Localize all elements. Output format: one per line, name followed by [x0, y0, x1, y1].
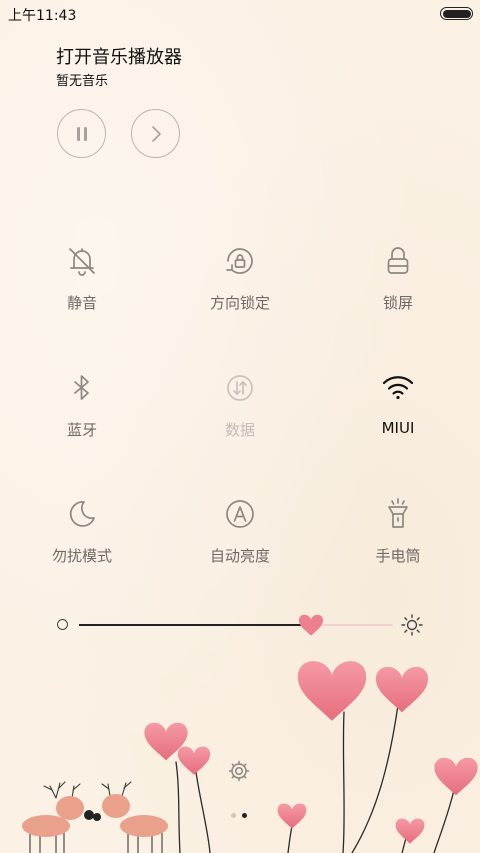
next-button[interactable]: [131, 109, 180, 158]
flashlight-icon: [388, 498, 408, 528]
brightness-low-icon: [57, 619, 68, 630]
toggle-mute[interactable]: 静音: [2, 244, 162, 313]
bluetooth-icon: [74, 375, 89, 400]
page-dot-active: [242, 813, 247, 818]
page-dot: [231, 813, 236, 818]
battery-level: [442, 9, 471, 18]
pause-button[interactable]: [57, 109, 106, 158]
wifi-icon: [382, 376, 414, 400]
brightness-thumb-heart[interactable]: [298, 613, 324, 637]
toggle-flashlight[interactable]: 手电筒: [318, 497, 478, 566]
brightness-slider[interactable]: [55, 612, 427, 638]
toggle-wifi[interactable]: MIUI: [318, 371, 478, 437]
toggle-label: 手电筒: [375, 547, 421, 565]
brightness-track[interactable]: [79, 614, 393, 636]
moon-icon: [69, 501, 95, 527]
status-bar: 上午11:43: [0, 0, 480, 28]
toggle-lock-screen[interactable]: 锁屏: [318, 244, 478, 313]
toggle-label: 蓝牙: [66, 421, 97, 439]
toggle-label: 方向锁定: [209, 294, 270, 312]
wallpaper-illustration: [22, 661, 478, 853]
settings-button[interactable]: [228, 760, 250, 782]
toggle-label: 锁屏: [382, 294, 413, 312]
toggle-auto-brightness[interactable]: 自动亮度: [160, 497, 320, 566]
toggle-label: 静音: [66, 294, 97, 312]
toggle-mobile-data[interactable]: 数据: [160, 371, 320, 440]
lock-icon: [387, 247, 409, 274]
music-player-title[interactable]: 打开音乐播放器: [56, 43, 182, 69]
toggle-label: MIUI: [381, 419, 415, 437]
page-indicator: [229, 812, 253, 820]
brightness-fill: [79, 624, 312, 626]
chevron-right-icon: [151, 125, 161, 142]
toggle-bluetooth[interactable]: 蓝牙: [2, 371, 162, 440]
toggle-do-not-disturb[interactable]: 勿扰模式: [2, 497, 162, 566]
auto-brightness-icon: [226, 500, 254, 528]
battery-icon: [440, 7, 473, 20]
status-time: 上午11:43: [8, 8, 77, 24]
toggle-rotation-lock[interactable]: 方向锁定: [160, 244, 320, 313]
rotation-lock-icon: [226, 248, 253, 274]
pause-icon: [76, 126, 87, 141]
brightness-high-icon: [401, 614, 423, 636]
toggle-label: 自动亮度: [209, 547, 270, 565]
gear-icon: [228, 760, 250, 782]
music-status: 暂无音乐: [56, 74, 109, 89]
deer-illustration: [22, 781, 168, 853]
bell-off-icon: [69, 248, 95, 276]
toggle-label: 数据: [224, 421, 255, 439]
mobile-data-icon: [227, 375, 253, 401]
toggle-label: 勿扰模式: [51, 547, 112, 565]
